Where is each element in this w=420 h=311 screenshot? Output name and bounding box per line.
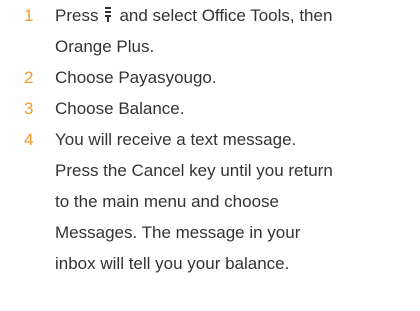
step-1: 1 Press and select Office Tools, then Ora… xyxy=(0,0,420,62)
step-4: 4 You will receive a text message. Press… xyxy=(0,124,420,279)
step-line: Choose Balance. xyxy=(55,99,185,118)
step-line-text: Press xyxy=(55,6,99,25)
step-number: 1 xyxy=(24,6,34,25)
step-line: Choose Payasyougo. xyxy=(55,68,217,87)
step-line: inbox will tell you your balance. xyxy=(55,254,290,273)
instruction-steps: 1 Press and select Office Tools, then Ora… xyxy=(0,0,420,279)
step-number: 4 xyxy=(24,130,34,149)
menu-key-icon xyxy=(104,7,113,22)
step-line: Press the Cancel key until you return xyxy=(55,161,333,180)
step-2: 2 Choose Payasyougo. xyxy=(0,62,420,93)
step-number: 3 xyxy=(24,99,34,118)
step-3: 3 Choose Balance. xyxy=(0,93,420,124)
step-text: Choose Balance. xyxy=(55,93,417,124)
step-line: You will receive a text message. xyxy=(55,130,297,149)
step-text: Press and select Office Tools, then Orang… xyxy=(55,0,417,62)
step-text: You will receive a text message. Press t… xyxy=(55,124,417,279)
step-line: Press and select Office Tools, then xyxy=(55,0,417,31)
step-line: Messages. The message in your xyxy=(55,223,301,242)
instructions-page: { "steps": [ { "number": "1", "lines": [… xyxy=(0,0,420,311)
step-text: Choose Payasyougo. xyxy=(55,62,417,93)
step-line-text: and select Office Tools, then xyxy=(119,6,333,25)
step-number: 2 xyxy=(24,68,34,87)
step-line: Orange Plus. xyxy=(55,37,155,56)
step-line: to the main menu and choose xyxy=(55,192,279,211)
